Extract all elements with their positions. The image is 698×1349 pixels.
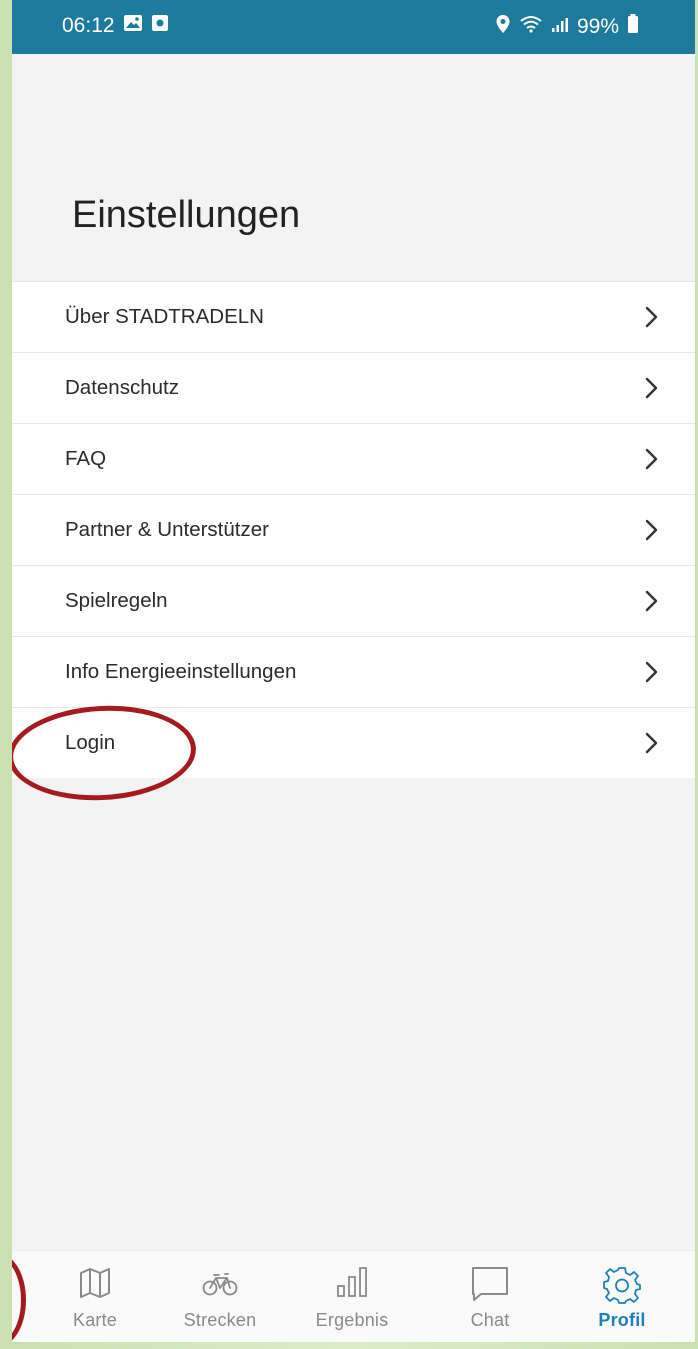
battery-percent: 99% [576,15,619,38]
chevron-right-icon [645,377,658,399]
bicycle-icon [201,1265,239,1306]
chevron-right-icon [645,732,658,754]
chevron-right-icon [645,306,658,328]
phone-screen: 06:12 99% Einstellungen Über STADTRADELN… [12,0,695,1342]
chevron-right-icon [645,519,658,541]
nav-label: Ergebnis [315,1310,389,1330]
menu-item-label: Info Energieeinstellungen [65,660,297,683]
menu-item-ueber-stadtradeln[interactable]: Über STADTRADELN [12,282,695,353]
status-time: 06:12 [62,14,115,37]
signal-icon [551,15,569,39]
menu-item-label: Partner & Unterstützer [65,518,269,541]
menu-item-label: Datenschutz [65,376,179,399]
menu-item-faq[interactable]: FAQ [12,424,695,495]
screenshot-icon [151,14,169,38]
chevron-right-icon [645,448,658,470]
battery-icon [627,14,639,40]
settings-menu: Über STADTRADELN Datenschutz FAQ Partner… [12,281,695,778]
nav-tab-ergebnis[interactable]: Ergebnis [297,1251,407,1342]
menu-item-login[interactable]: Login [12,708,695,778]
status-bar-right: 99% [495,14,639,40]
bottom-navigation: Karte Strecken Ergebnis Chat Profil [12,1250,695,1342]
menu-item-spielregeln[interactable]: Spielregeln [12,566,695,637]
chevron-right-icon [645,661,658,683]
status-bar: 06:12 99% [12,0,695,54]
location-icon [495,14,511,40]
nav-label: Chat [470,1310,510,1330]
menu-item-label: Login [65,731,116,754]
menu-item-info-energieeinstellungen[interactable]: Info Energieeinstellungen [12,637,695,708]
chevron-right-icon [645,590,658,612]
menu-item-label: Spielregeln [65,589,168,612]
nav-tab-profil[interactable]: Profil [567,1251,677,1342]
chat-icon [469,1265,511,1308]
page-title: Einstellungen [72,194,301,236]
nav-label: Strecken [183,1310,257,1330]
nav-label: Karte [72,1310,118,1330]
menu-item-partner[interactable]: Partner & Unterstützer [12,495,695,566]
bar-chart-icon [333,1265,371,1306]
wifi-icon [519,15,543,39]
nav-tab-chat[interactable]: Chat [435,1251,545,1342]
map-icon [77,1265,113,1306]
menu-item-datenschutz[interactable]: Datenschutz [12,353,695,424]
menu-item-label: Über STADTRADELN [65,305,264,328]
gallery-icon [123,14,143,38]
menu-item-label: FAQ [65,447,107,470]
gear-icon [602,1265,642,1310]
status-bar-left: 06:12 [62,14,169,38]
nav-tab-strecken[interactable]: Strecken [165,1251,275,1342]
nav-tab-karte[interactable]: Karte [40,1251,150,1342]
nav-label: Profil [598,1310,646,1330]
